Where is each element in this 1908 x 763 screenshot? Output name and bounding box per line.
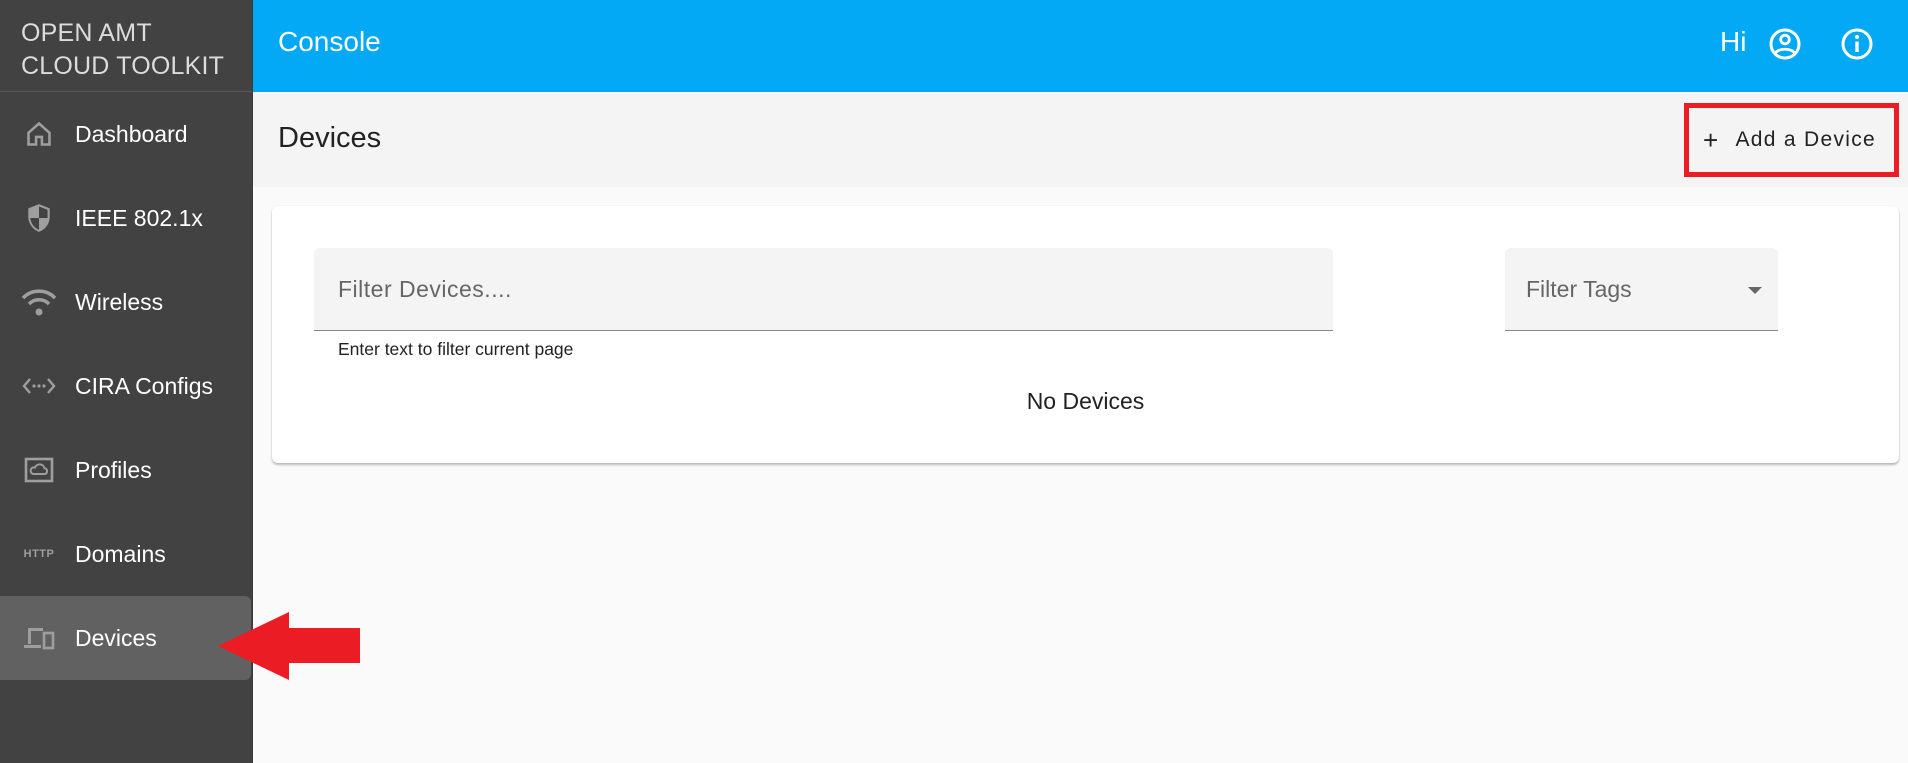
sidebar-item-wireless[interactable]: Wireless <box>0 260 251 344</box>
shield-icon <box>21 203 57 233</box>
account-circle-icon[interactable] <box>1768 27 1802 61</box>
sidebar-item-label: Domains <box>75 540 166 567</box>
add-device-button[interactable]: + Add a Device <box>1684 103 1899 177</box>
wifi-icon <box>21 287 57 317</box>
page-header: Devices + Add a Device <box>253 92 1908 187</box>
devices-icon <box>21 623 57 653</box>
sidebar-item-label: Profiles <box>75 456 152 483</box>
sidebar-item-label: Devices <box>75 624 157 651</box>
filter-devices-input[interactable] <box>338 248 1318 330</box>
http-icon: HTTP <box>23 548 55 560</box>
page-title: Devices <box>278 122 382 154</box>
annotation-arrow-icon <box>218 612 360 680</box>
top-app-bar: Console Hi <box>253 0 1908 92</box>
brand-line-2: CLOUD TOOLKIT <box>21 52 225 80</box>
dropdown-arrow-icon <box>1748 287 1762 294</box>
cloud-box-icon <box>21 455 57 485</box>
code-arrows-icon <box>21 371 57 401</box>
sidebar-item-label: IEEE 802.1x <box>75 204 203 231</box>
filter-tags-select[interactable]: Filter Tags <box>1505 248 1778 331</box>
add-device-label: Add a Device <box>1735 128 1876 151</box>
sidebar-item-label: Wireless <box>75 288 164 315</box>
sidebar: OPEN AMT CLOUD TOOLKIT Dashboard IEEE 80… <box>0 0 253 763</box>
sidebar-item-cira-configs[interactable]: CIRA Configs <box>0 344 251 428</box>
info-icon[interactable] <box>1840 27 1874 61</box>
brand-line-1: OPEN AMT <box>21 19 152 47</box>
sidebar-item-dashboard[interactable]: Dashboard <box>0 92 251 176</box>
empty-state-message: No Devices <box>1026 388 1145 414</box>
filter-hint: Enter text to filter current page <box>338 339 574 359</box>
sidebar-item-domains[interactable]: HTTP Domains <box>0 512 251 596</box>
sidebar-item-profiles[interactable]: Profiles <box>0 428 251 512</box>
sidebar-item-devices[interactable]: Devices <box>0 596 251 680</box>
sidebar-item-ieee-802-1x[interactable]: IEEE 802.1x <box>0 176 251 260</box>
app-title: Console <box>278 26 381 57</box>
sidebar-item-label: CIRA Configs <box>75 372 214 399</box>
plus-icon: + <box>1703 124 1720 155</box>
filter-devices-field[interactable] <box>314 248 1333 331</box>
brand-logo: OPEN AMT CLOUD TOOLKIT <box>0 0 252 92</box>
home-icon <box>21 119 57 149</box>
filter-tags-label: Filter Tags <box>1526 276 1632 302</box>
sidebar-item-label: Dashboard <box>75 120 188 147</box>
devices-card: Enter text to filter current page Filter… <box>272 206 1899 463</box>
user-greeting: Hi <box>1720 26 1747 57</box>
